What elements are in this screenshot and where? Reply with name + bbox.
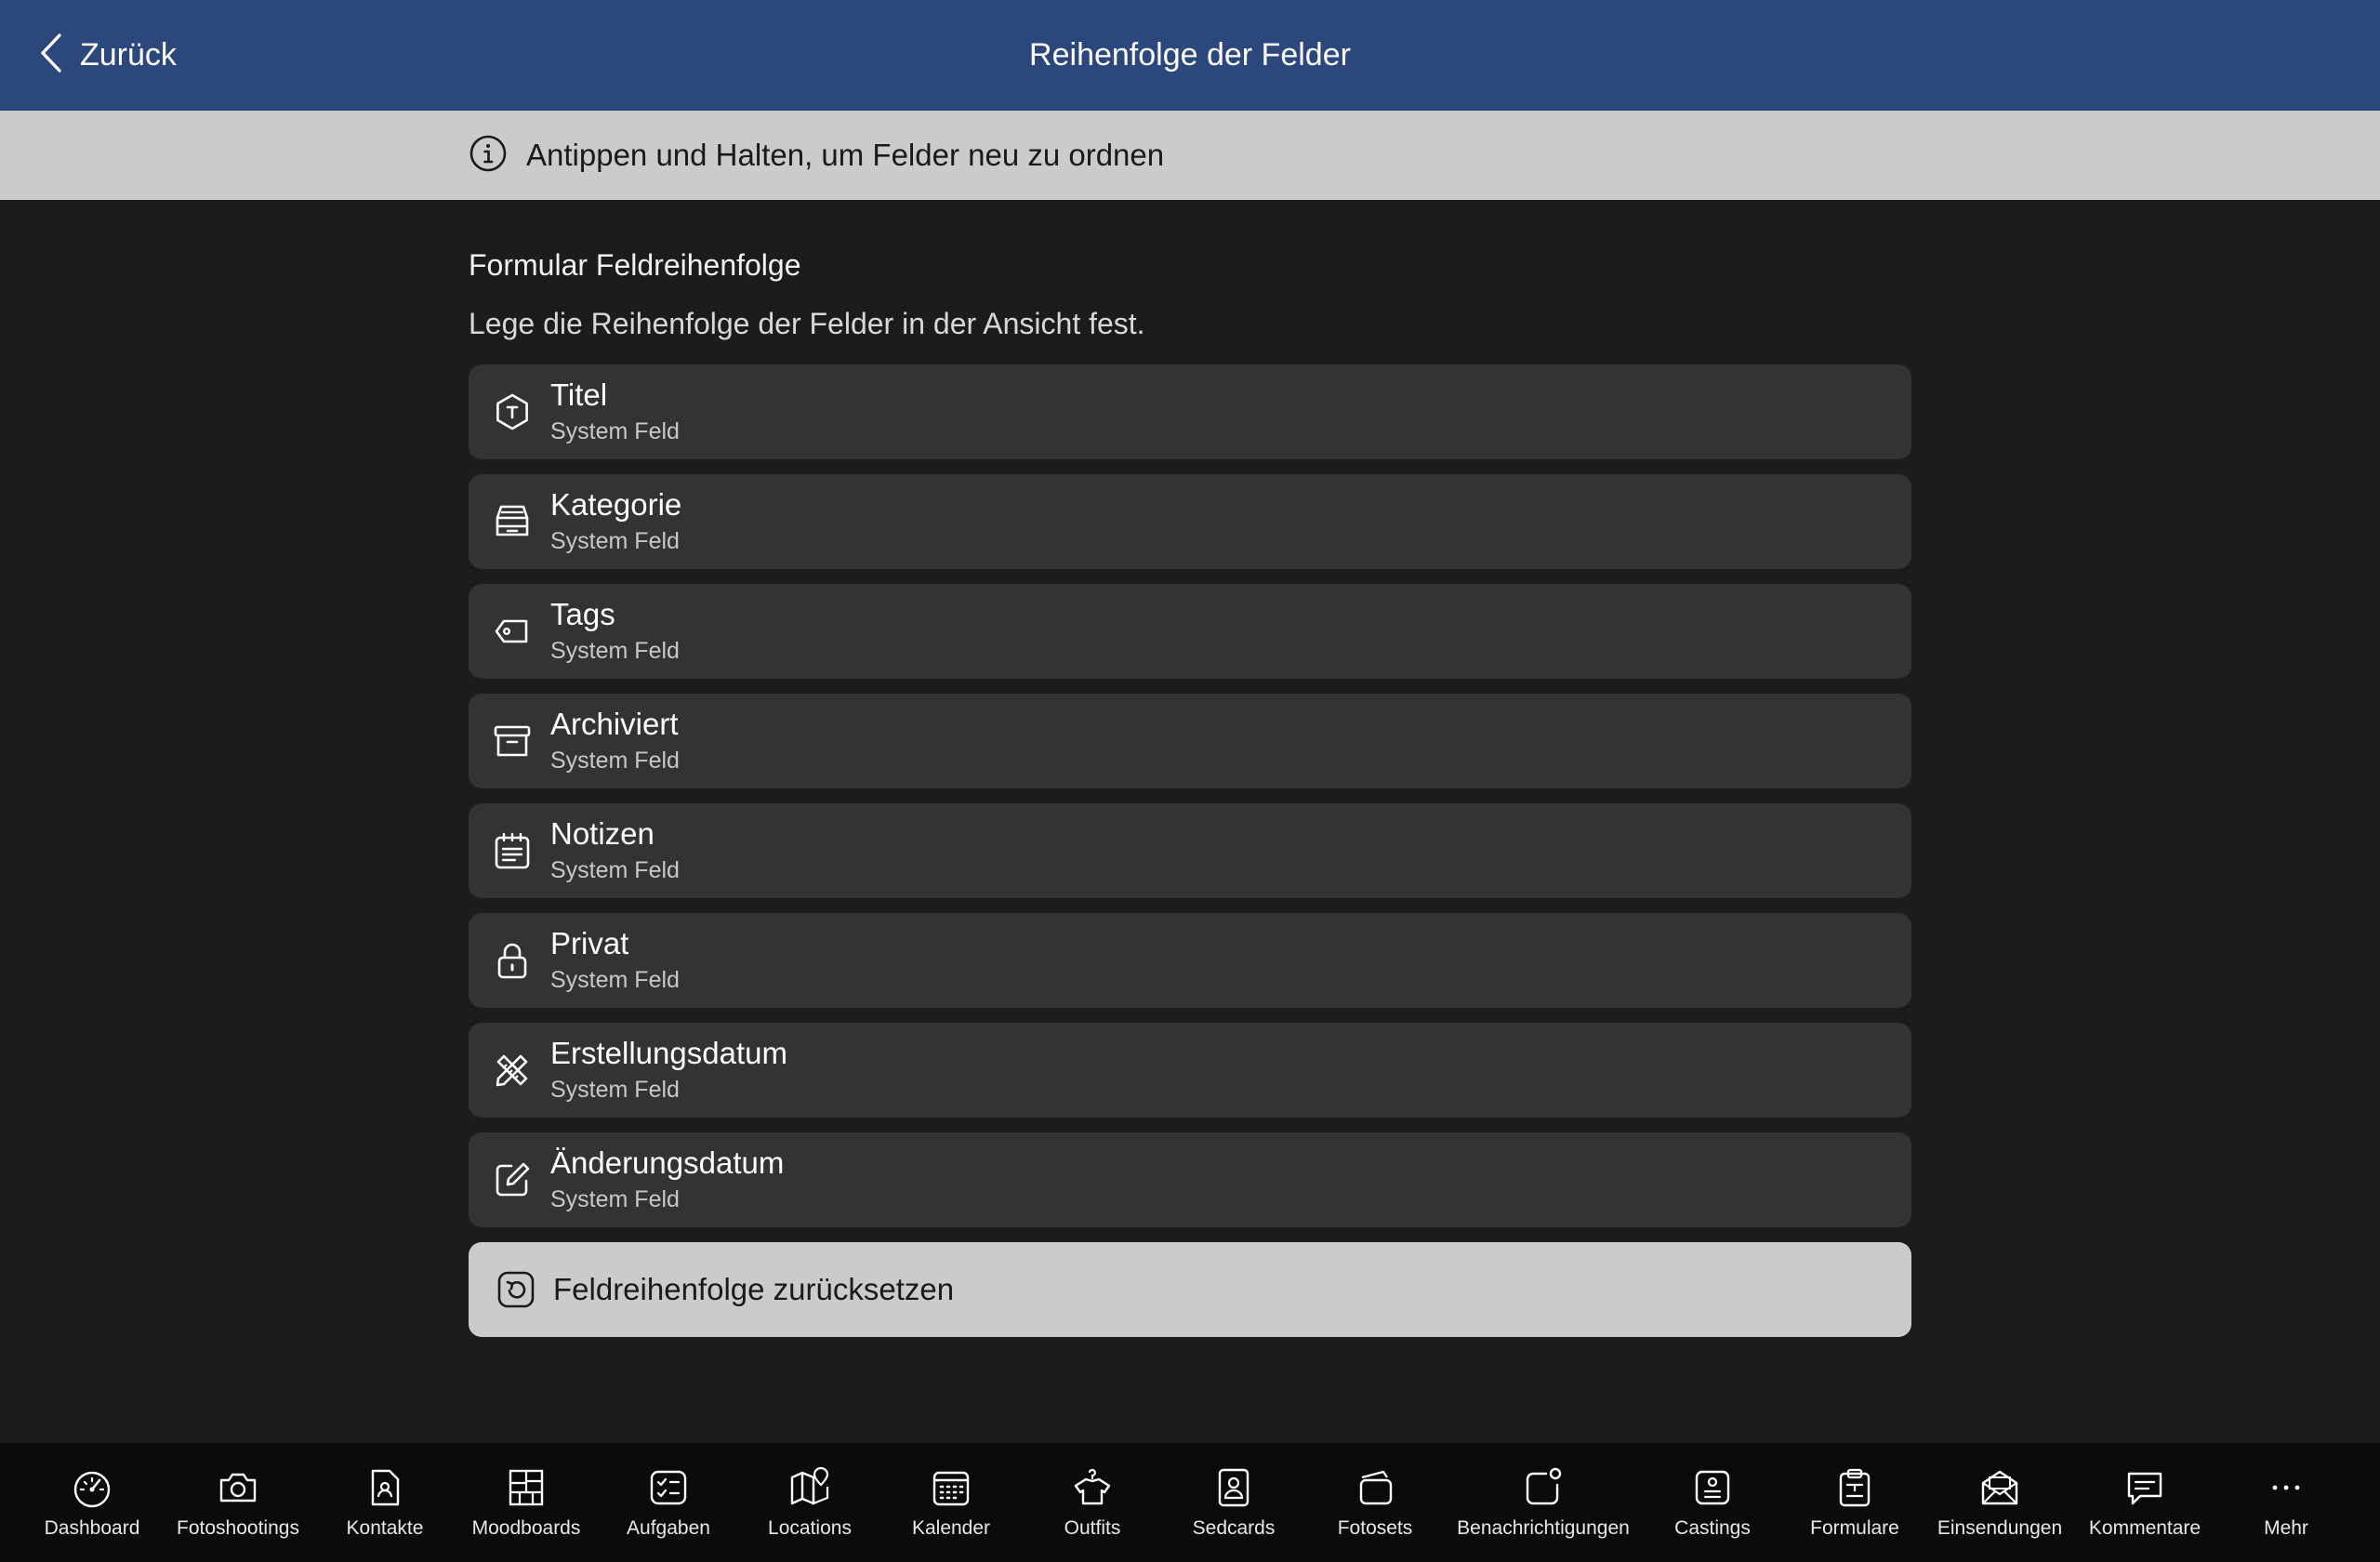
- title-hexagon-icon: [493, 392, 532, 431]
- chevron-left-icon: [35, 32, 67, 79]
- tab-aufgaben[interactable]: Aufgaben: [622, 1443, 715, 1562]
- tab-label: Locations: [768, 1517, 852, 1539]
- tab-label: Sedcards: [1192, 1517, 1276, 1539]
- tab-sedcards[interactable]: Sedcards: [1187, 1443, 1280, 1562]
- field-subtitle: System Feld: [550, 967, 680, 993]
- tab-label: Benachrichtigungen: [1457, 1517, 1630, 1539]
- field-subtitle: System Feld: [550, 857, 680, 883]
- calendar-icon: [930, 1443, 972, 1514]
- tab-label: Dashboard: [44, 1517, 140, 1539]
- field-subtitle: System Feld: [550, 748, 680, 774]
- tag-icon: [493, 612, 532, 651]
- tab-label: Kommentare: [2088, 1517, 2202, 1539]
- tab-kommentare[interactable]: Kommentare: [2089, 1443, 2201, 1562]
- clipboard-form-icon: [1833, 1443, 1876, 1514]
- field-name: Tags: [550, 597, 615, 631]
- map-pin-icon: [788, 1443, 831, 1514]
- field-row-kategorie[interactable]: Kategorie System Feld: [469, 474, 1911, 569]
- contact-file-icon: [364, 1443, 406, 1514]
- tab-benachrichtigungen[interactable]: Benachrichtigungen: [1457, 1443, 1630, 1562]
- tab-label: Kalender: [911, 1517, 991, 1539]
- tab-label: Mehr: [2264, 1517, 2308, 1539]
- field-name: Privat: [550, 926, 629, 960]
- field-row-archiviert[interactable]: Archiviert System Feld: [469, 694, 1911, 788]
- tab-dashboard[interactable]: Dashboard: [44, 1443, 140, 1562]
- field-name: Kategorie: [550, 487, 682, 522]
- app-root: Zurück Reihenfolge der Felder Antippen u…: [0, 0, 2380, 1562]
- tab-fotosets[interactable]: Fotosets: [1329, 1443, 1421, 1562]
- moodboard-grid-icon: [505, 1443, 548, 1514]
- tab-label: Moodboards: [471, 1517, 581, 1539]
- field-subtitle: System Feld: [550, 1186, 680, 1212]
- tab-label: Castings: [1674, 1517, 1751, 1539]
- field-subtitle: System Feld: [550, 638, 680, 664]
- tab-locations[interactable]: Locations: [763, 1443, 856, 1562]
- tab-moodboards[interactable]: Moodboards: [472, 1443, 580, 1562]
- field-subtitle: System Feld: [550, 1077, 680, 1103]
- tab-label: Formulare: [1810, 1517, 1899, 1539]
- dashboard-gauge-icon: [71, 1443, 113, 1514]
- bottom-tab-bar: Dashboard Fotoshootings Kontakte Moodboa…: [0, 1443, 2380, 1562]
- mail-open-icon: [1978, 1443, 2021, 1514]
- tab-label: Outfits: [1064, 1517, 1121, 1539]
- field-row-erstellungsdatum[interactable]: Erstellungsdatum System Feld: [469, 1023, 1911, 1118]
- field-name: Notizen: [550, 816, 654, 851]
- more-dots-icon: [2265, 1443, 2307, 1514]
- tab-mehr[interactable]: Mehr: [2240, 1443, 2333, 1562]
- tab-label: Einsendungen: [1937, 1517, 2063, 1539]
- field-row-tags[interactable]: Tags System Feld: [469, 584, 1911, 679]
- notification-badge-icon: [1522, 1443, 1565, 1514]
- field-name: Archiviert: [550, 707, 679, 741]
- camera-icon: [217, 1443, 259, 1514]
- casting-id-icon: [1691, 1443, 1734, 1514]
- comment-icon: [2123, 1443, 2166, 1514]
- shirt-hanger-icon: [1071, 1443, 1114, 1514]
- section-title: Formular Feldreihenfolge: [469, 248, 801, 282]
- tab-castings[interactable]: Castings: [1666, 1443, 1759, 1562]
- tab-label: Fotosets: [1337, 1517, 1413, 1539]
- tab-kontakte[interactable]: Kontakte: [338, 1443, 431, 1562]
- tab-label: Kontakte: [346, 1517, 424, 1539]
- field-row-titel[interactable]: Titel System Feld: [469, 364, 1911, 459]
- back-button[interactable]: Zurück: [35, 26, 177, 84]
- field-subtitle: System Feld: [550, 418, 680, 444]
- field-name: Erstellungsdatum: [550, 1036, 787, 1070]
- section-description: Lege die Reihenfolge der Felder in der A…: [469, 307, 1145, 340]
- field-row-privat[interactable]: Privat System Feld: [469, 913, 1911, 1008]
- edit-icon: [493, 1160, 532, 1199]
- tab-formulare[interactable]: Formulare: [1808, 1443, 1901, 1562]
- tab-fotoshootings[interactable]: Fotoshootings: [177, 1443, 299, 1562]
- tab-kalender[interactable]: Kalender: [905, 1443, 998, 1562]
- sedcard-portrait-icon: [1212, 1443, 1255, 1514]
- lock-icon: [493, 941, 532, 980]
- field-row-aenderungsdatum[interactable]: Änderungsdatum System Feld: [469, 1132, 1911, 1227]
- tab-label: Aufgaben: [627, 1517, 710, 1539]
- pencil-ruler-icon: [493, 1051, 532, 1090]
- reset-button-label: Feldreihenfolge zurücksetzen: [553, 1272, 955, 1306]
- archive-box-icon: [493, 721, 532, 761]
- reset-field-order-button[interactable]: Feldreihenfolge zurücksetzen: [469, 1242, 1911, 1337]
- field-name: Änderungsdatum: [550, 1145, 785, 1180]
- info-icon: [469, 134, 508, 178]
- tab-einsendungen[interactable]: Einsendungen: [1937, 1443, 2062, 1562]
- back-label: Zurück: [80, 36, 177, 73]
- photo-stack-icon: [1354, 1443, 1396, 1514]
- info-banner: Antippen und Halten, um Felder neu zu or…: [0, 111, 2380, 200]
- tasks-checklist-icon: [647, 1443, 690, 1514]
- notes-icon: [493, 831, 532, 870]
- navigation-header: Zurück Reihenfolge der Felder: [0, 0, 2380, 111]
- field-name: Titel: [550, 377, 608, 412]
- info-banner-text: Antippen und Halten, um Felder neu zu or…: [526, 138, 1165, 172]
- tab-label: Fotoshootings: [177, 1517, 299, 1539]
- field-subtitle: System Feld: [550, 528, 680, 554]
- tab-outfits[interactable]: Outfits: [1046, 1443, 1139, 1562]
- field-row-notizen[interactable]: Notizen System Feld: [469, 803, 1911, 898]
- category-tray-icon: [493, 502, 532, 541]
- page-title: Reihenfolge der Felder: [1029, 37, 1351, 73]
